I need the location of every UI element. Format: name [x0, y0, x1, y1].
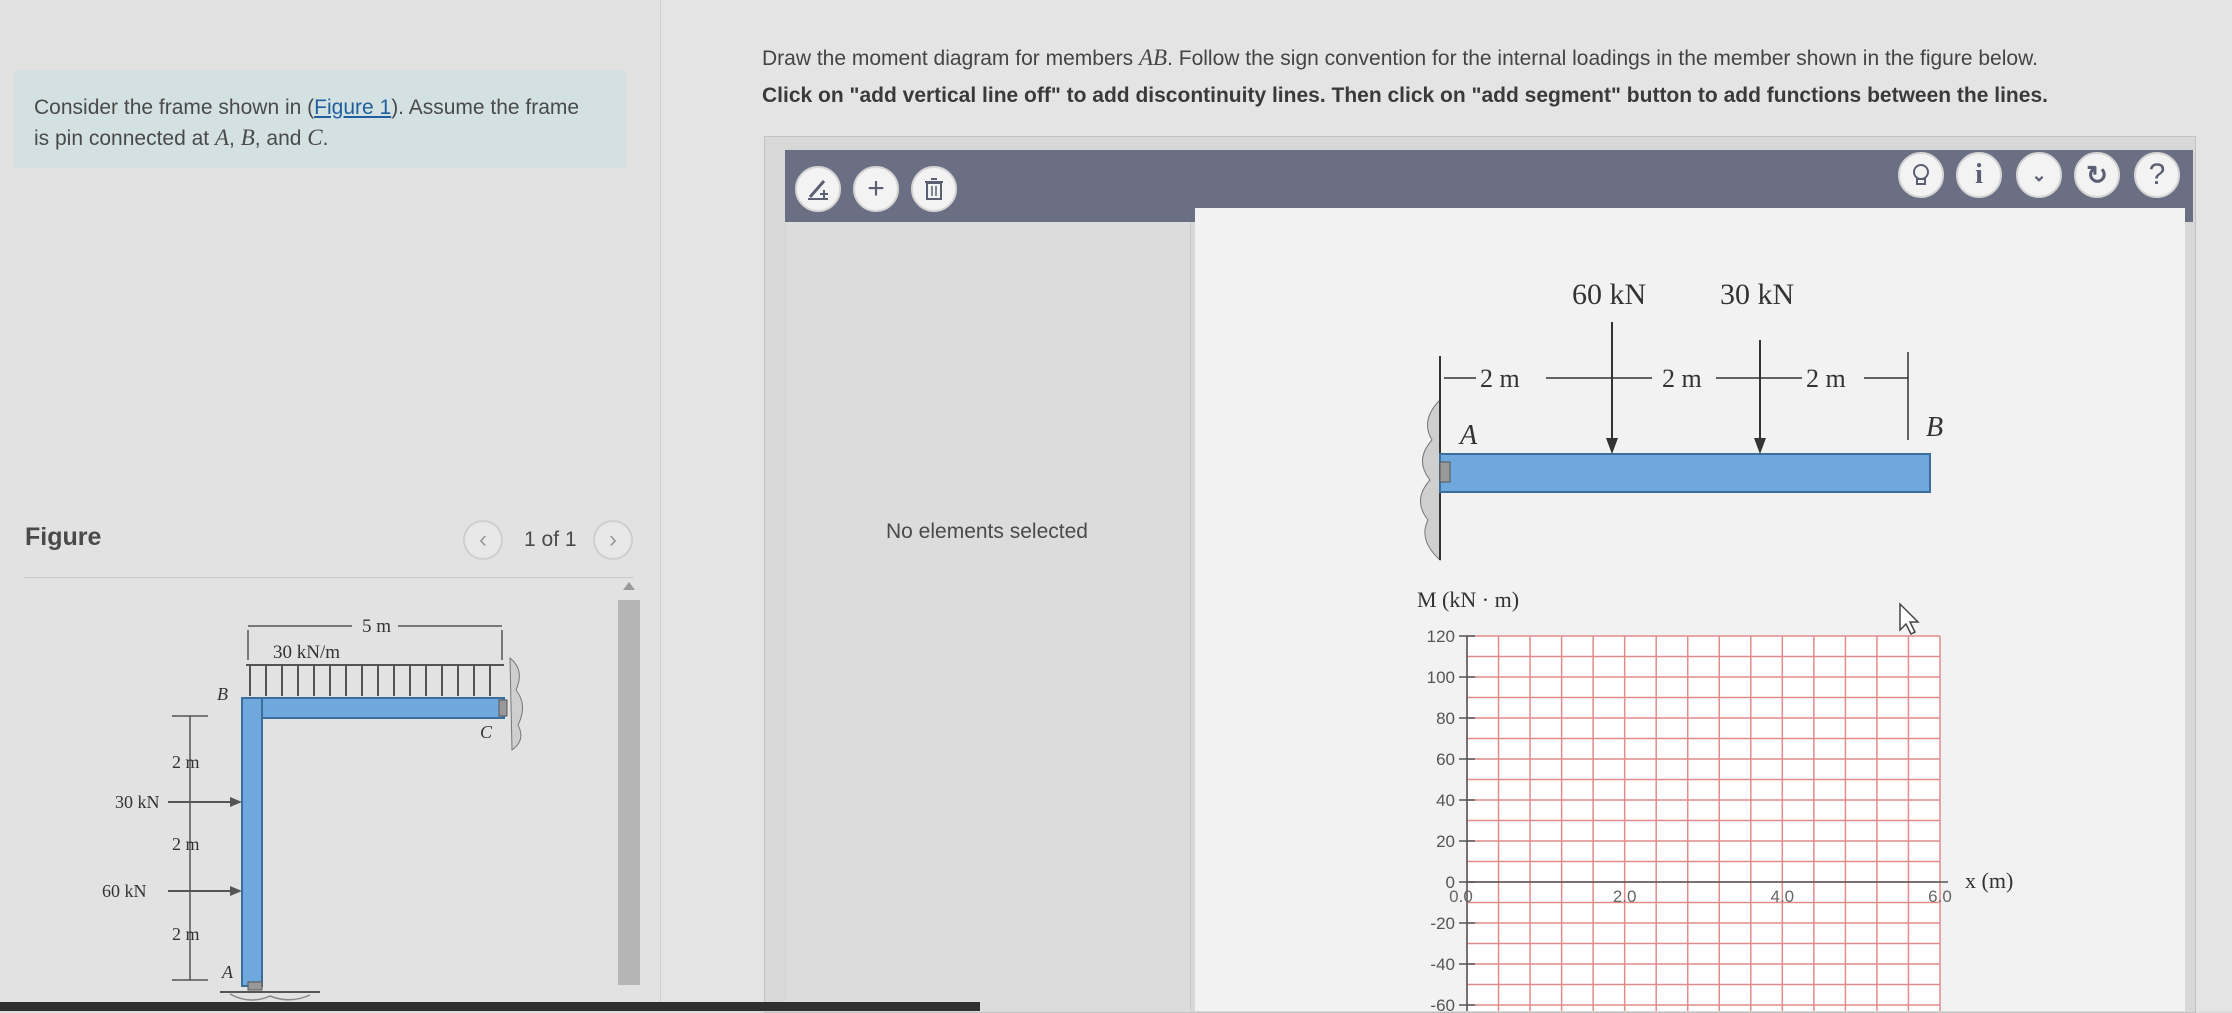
divider — [24, 577, 634, 578]
more-options-button[interactable]: ⌄ — [2016, 152, 2062, 198]
member-name: AB — [1138, 45, 1168, 70]
y-tick-label: 20 — [1436, 832, 1455, 851]
figure-link[interactable]: Figure 1 — [314, 96, 391, 119]
help-icon: ? — [2148, 158, 2166, 191]
pin-a — [1439, 461, 1451, 483]
previous-figure-button[interactable]: ‹ — [463, 520, 503, 560]
joint-a-label: A — [221, 962, 234, 982]
beam-ab — [1439, 453, 1931, 493]
y-tick-label: 80 — [1436, 709, 1455, 728]
load-label: 30 kN/m — [273, 642, 340, 663]
problem-text: Consider the frame shown in (Figure 1). … — [34, 93, 624, 154]
chevron-down-icon: ⌄ — [2031, 164, 2047, 185]
y-tick-label: -20 — [1430, 914, 1455, 933]
arrowhead — [1754, 438, 1766, 454]
help-button[interactable]: ? — [2134, 152, 2180, 198]
frame-figure: 5 m 30 kN/m B C 2 m 2 m 2 m 30 kN 60 kN … — [102, 616, 523, 1001]
delete-button[interactable] — [911, 166, 957, 212]
properties-panel — [787, 222, 1191, 1011]
x-tick-label: 4.0 — [1771, 887, 1795, 906]
selection-status: No elements selected — [886, 520, 1088, 543]
instruction-line-2: Click on "add vertical line off" to add … — [762, 84, 2048, 107]
hint-button[interactable] — [1898, 152, 1944, 198]
x-tick-label: 0.0 — [1449, 887, 1473, 906]
add-segment-button[interactable]: + — [853, 166, 899, 212]
x-tick-label: 6.0 — [1928, 887, 1952, 906]
chevron-left-icon: ‹ — [479, 526, 487, 553]
segment-length: 2 m — [1480, 364, 1520, 393]
beam-figure: 2 m 2 m 2 m 60 kN 30 kN A B — [1420, 278, 1943, 562]
mouse-cursor-icon — [1899, 602, 1920, 636]
force-label: 30 kN — [115, 792, 160, 812]
wall-support — [509, 656, 523, 751]
figure-counter: 1 of 1 — [524, 528, 577, 551]
scroll-up-arrow-icon[interactable] — [623, 582, 635, 590]
point-a: A — [214, 125, 230, 150]
y-tick-label: 120 — [1427, 627, 1455, 646]
y-tick-label: 40 — [1436, 791, 1455, 810]
y-tick-label: 100 — [1427, 668, 1455, 687]
separator: , — [229, 127, 241, 150]
load-label: 60 kN — [1572, 278, 1646, 311]
trash-icon — [925, 178, 943, 200]
point-a-label: A — [1458, 420, 1478, 451]
point-b-label: B — [1926, 412, 1943, 443]
chart-x-label: x (m) — [1965, 868, 2013, 893]
separator: , and — [254, 127, 308, 150]
chart-grid — [1466, 635, 1941, 1011]
next-figure-button[interactable]: › — [593, 520, 633, 560]
member-ab — [241, 697, 263, 987]
bottom-bar — [0, 1002, 980, 1011]
y-tick-label: 60 — [1436, 750, 1455, 769]
hint-icon — [1913, 164, 1929, 185]
force-label: 60 kN — [102, 881, 147, 901]
arrowhead — [230, 797, 242, 807]
span-label: 5 m — [362, 616, 391, 637]
instruction-text: Draw the moment diagram for members — [762, 47, 1139, 70]
load-line — [246, 664, 504, 666]
figure-heading: Figure — [25, 523, 102, 551]
separator: . — [322, 127, 329, 150]
dim-label: 2 m — [172, 834, 200, 854]
ground-hatch — [229, 993, 311, 1001]
dim-label: 2 m — [172, 752, 200, 772]
member-bc — [241, 697, 505, 719]
problem-text-part: Consider the frame shown in ( — [34, 96, 315, 119]
y-tick-label: -60 — [1430, 996, 1455, 1011]
point-c: C — [307, 125, 323, 150]
point-b: B — [240, 125, 255, 150]
reset-icon: ↻ — [2086, 159, 2108, 190]
info-button[interactable]: i — [1956, 152, 2002, 198]
segment-length: 2 m — [1662, 364, 1702, 393]
problem-text-part: is pin connected at — [34, 127, 215, 150]
arrowhead — [230, 886, 242, 896]
instruction-text: . Follow the sign convention for the int… — [1167, 47, 2038, 70]
segment-length: 2 m — [1806, 364, 1846, 393]
figure-scrollbar-thumb[interactable] — [618, 600, 640, 985]
pin-a — [247, 981, 263, 991]
problem-statement: Consider the frame shown in (Figure 1). … — [14, 70, 626, 168]
joint-b-label: B — [217, 684, 228, 704]
add-segment-icon: + — [867, 172, 885, 205]
load-label: 30 kN — [1720, 278, 1794, 311]
distributed-load-arrows — [249, 666, 491, 696]
add-vertical-line-button[interactable] — [795, 166, 841, 212]
moment-chart[interactable]: M (kN · m) x (m) 120100806040200-20-40-6… — [1395, 580, 2045, 1011]
problem-text-part: ). Assume the frame — [391, 96, 580, 119]
wall-support — [1420, 398, 1441, 562]
chart-y-label: M (kN · m) — [1417, 587, 1519, 612]
info-icon: i — [1975, 159, 1983, 190]
joint-c-label: C — [480, 722, 493, 742]
dim-label: 2 m — [172, 924, 200, 944]
reset-button[interactable]: ↻ — [2074, 152, 2120, 198]
arrowhead — [1606, 438, 1618, 454]
add-vertical-line-icon — [808, 180, 828, 200]
y-tick-label: -40 — [1430, 955, 1455, 974]
instruction-line-1: Draw the moment diagram for members AB. … — [762, 45, 2038, 71]
x-tick-label: 2.0 — [1613, 887, 1637, 906]
plot-background — [1467, 636, 1940, 1011]
pin-c — [498, 699, 508, 717]
chevron-right-icon: › — [609, 526, 617, 553]
